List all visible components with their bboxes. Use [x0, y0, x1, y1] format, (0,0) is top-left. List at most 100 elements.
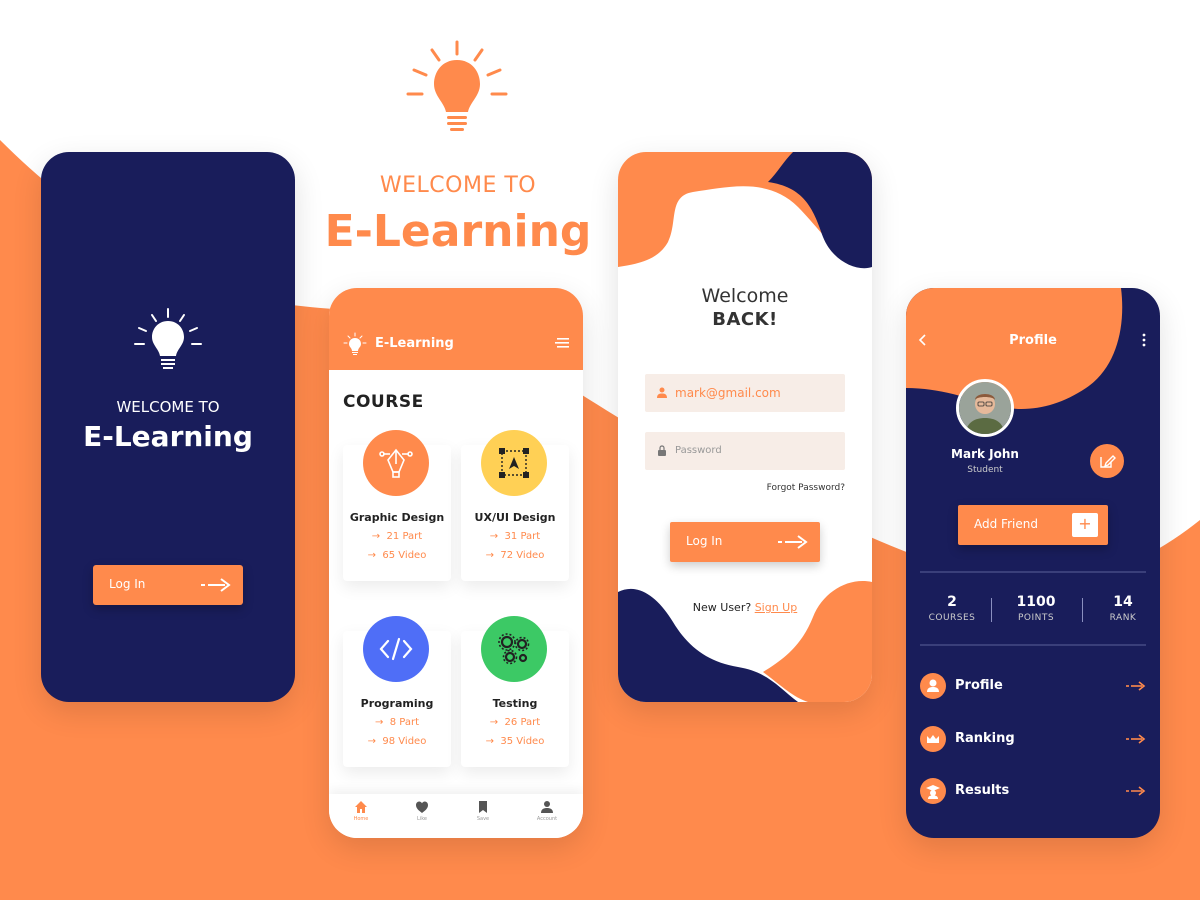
course-videos: → 65 Video	[367, 550, 427, 561]
user-icon	[920, 673, 946, 699]
splash-title: E-Learning	[83, 420, 253, 453]
gears-icon	[498, 633, 530, 665]
plus-icon: +	[1072, 513, 1098, 537]
menu-label: Results	[955, 783, 1010, 798]
course-videos: → 72 Video	[485, 550, 545, 561]
nav-item-save[interactable]: Save	[453, 800, 513, 822]
login-button[interactable]: Log In	[670, 522, 820, 562]
course-parts: → 21 Part	[371, 531, 423, 542]
password-placeholder: Password	[675, 445, 722, 456]
code-icon	[379, 637, 413, 661]
decorative-blob	[618, 152, 872, 702]
section-title: COURSE	[343, 392, 424, 412]
sign-up-link[interactable]: Sign Up	[755, 601, 798, 614]
nav-item-home[interactable]: Home	[331, 800, 391, 822]
stat-label: POINTS	[1017, 613, 1055, 623]
nav-item-like[interactable]: Like	[392, 800, 452, 822]
course-parts: → 8 Part	[374, 717, 420, 728]
course-card-ux-ui-design[interactable]: UX/UI Design → 31 Part → 72 Video	[461, 430, 569, 581]
menu-label: Profile	[955, 678, 1003, 693]
home-icon	[355, 801, 367, 813]
course-parts: → 31 Part	[489, 531, 541, 542]
arrow-right-icon	[1126, 681, 1146, 691]
divider	[920, 571, 1146, 573]
login-button[interactable]: Log In	[93, 565, 243, 605]
login-screen: Welcome BACK! mark@gmail.com Password Fo…	[618, 152, 872, 702]
decorative-blob	[906, 288, 1123, 409]
pen-tool-icon	[379, 448, 413, 478]
course-card-graphic-design[interactable]: Graphic Design → 21 Part → 65 Video	[343, 430, 451, 581]
user-role: Student	[967, 465, 1003, 475]
bottom-nav: Home Like Save Account	[329, 794, 583, 838]
splash-welcome-text: WELCOME TO	[116, 398, 220, 416]
course-name: Programing	[360, 697, 434, 710]
more-vertical-icon[interactable]	[1142, 333, 1146, 347]
stat-points: 1100 POINTS	[1001, 594, 1071, 623]
stat-rank: 14 RANK	[1088, 594, 1158, 623]
stat-value: 1100	[1016, 594, 1056, 610]
user-icon	[541, 801, 553, 813]
divider	[920, 644, 1146, 646]
heart-icon	[416, 801, 428, 813]
back-text: BACK!	[712, 309, 778, 330]
selection-tool-icon	[499, 448, 529, 478]
stat-separator	[991, 598, 992, 622]
lightbulb-icon	[406, 40, 508, 131]
stat-separator	[1082, 598, 1083, 622]
course-icon-circle	[363, 430, 429, 496]
login-button-label: Log In	[109, 577, 146, 591]
edit-profile-button[interactable]	[1090, 444, 1124, 478]
welcome-text: Welcome	[701, 285, 789, 307]
graduate-icon	[920, 778, 946, 804]
menu-label: Ranking	[955, 731, 1015, 746]
hero-title: E-Learning	[324, 206, 592, 257]
app-name: E-Learning	[375, 336, 454, 351]
nav-label: Home	[353, 816, 369, 822]
stat-value: 2	[947, 594, 957, 610]
course-card-testing[interactable]: Testing → 26 Part → 35 Video	[461, 616, 569, 767]
course-card-programing[interactable]: Programing → 8 Part → 98 Video	[343, 616, 451, 767]
arrow-right-icon	[778, 535, 808, 549]
hero-welcome-text: WELCOME TO	[379, 173, 537, 198]
menu-icon[interactable]	[555, 336, 569, 350]
lock-icon	[658, 445, 666, 456]
course-icon-circle	[363, 616, 429, 682]
new-user-prompt: New User? Sign Up	[618, 601, 872, 614]
add-friend-label: Add Friend	[974, 517, 1038, 531]
avatar-image	[959, 382, 1011, 434]
stat-label: COURSES	[928, 613, 976, 623]
course-icon-circle	[481, 616, 547, 682]
crown-icon	[920, 726, 946, 752]
lightbulb-icon	[343, 332, 367, 355]
stat-value: 14	[1113, 594, 1133, 610]
add-friend-button[interactable]: Add Friend +	[958, 505, 1108, 545]
edit-icon	[1100, 455, 1116, 468]
arrow-right-icon	[1126, 786, 1146, 796]
nav-item-account[interactable]: Account	[517, 800, 577, 822]
menu-item-ranking[interactable]: Ranking	[920, 726, 1146, 752]
forgot-password-link[interactable]: Forgot Password?	[767, 483, 845, 493]
email-field[interactable]: mark@gmail.com	[645, 374, 845, 412]
course-name: UX/UI Design	[474, 511, 556, 524]
profile-screen: Profile Mark John Student Add Friend + 2…	[906, 288, 1160, 838]
email-value: mark@gmail.com	[675, 386, 781, 400]
course-screen: E-Learning COURSE Graphic Design → 21 Pa…	[329, 288, 583, 838]
course-videos: → 98 Video	[367, 736, 427, 747]
arrow-right-icon	[201, 578, 231, 592]
user-name: Mark John	[951, 447, 1019, 461]
stat-label: RANK	[1109, 613, 1137, 623]
bookmark-icon	[479, 801, 487, 813]
password-field[interactable]: Password	[645, 432, 845, 470]
course-videos: → 35 Video	[485, 736, 545, 747]
page-title: Profile	[1009, 333, 1057, 348]
menu-item-results[interactable]: Results	[920, 778, 1146, 804]
nav-label: Save	[476, 816, 490, 822]
course-icon-circle	[481, 430, 547, 496]
course-parts: → 26 Part	[489, 717, 541, 728]
lightbulb-icon	[134, 308, 202, 369]
splash-screen: WELCOME TO E-Learning Log In	[41, 152, 295, 702]
nav-label: Like	[417, 816, 427, 822]
user-icon	[657, 387, 667, 398]
menu-item-profile[interactable]: Profile	[920, 673, 1146, 699]
login-button-label: Log In	[686, 534, 723, 548]
